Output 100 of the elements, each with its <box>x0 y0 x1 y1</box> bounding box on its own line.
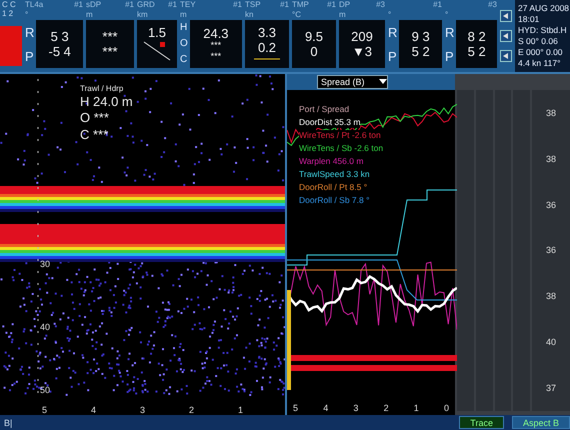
info-text: 4.4 kn 117° <box>518 58 562 69</box>
axis-label: 5 <box>293 403 298 415</box>
value-text: 0 <box>310 44 318 58</box>
side-button-icon[interactable] <box>500 10 512 22</box>
instrument-label: TL4a <box>25 0 44 10</box>
instrument-label: TMP <box>292 0 309 10</box>
depth-label: 30 <box>40 259 50 269</box>
instrument-label: TEY <box>180 0 196 10</box>
info-text: 18:01 <box>518 14 540 25</box>
corner-label: 1 2 <box>1 9 14 18</box>
readout-title: Trawl / Hdrp <box>80 84 124 94</box>
channel-label: #1 <box>125 0 134 10</box>
value-text: 5 3 <box>50 30 69 44</box>
unit-label: kn <box>245 10 254 20</box>
unit-label: ° <box>388 10 392 20</box>
axis-label: 5 <box>42 405 47 415</box>
axis-label: 4 <box>323 403 328 415</box>
value-text: 24.3 <box>203 26 229 40</box>
legend-text: DoorRoll / Sb 7.8 ° <box>299 195 370 206</box>
caret-icon <box>378 79 387 85</box>
info-text: HYD: Stbd.H <box>518 25 568 36</box>
status-text: B| <box>4 418 12 428</box>
side-button-icon[interactable] <box>500 30 512 42</box>
info-text: S 00° 0.06 <box>518 36 559 47</box>
instrument-label: TSP <box>245 0 261 10</box>
legend-text: WireTens / Sb -2.6 ton <box>299 143 384 154</box>
axis-label: 1 <box>414 403 419 415</box>
axis-label: 4 <box>90 405 96 415</box>
readout-text: C *** <box>80 126 110 143</box>
scale-label: 38 <box>546 108 556 118</box>
axis-label: 3 <box>140 405 145 415</box>
row-label: C <box>180 55 188 65</box>
axis-label: 3 <box>353 403 358 415</box>
unit-label: ° <box>25 10 30 20</box>
value-text: 9 3 <box>412 30 430 44</box>
row-label: P <box>388 50 398 62</box>
mode-button[interactable]: Aspect B <box>512 416 570 429</box>
axis-label: 2 <box>384 403 389 415</box>
alarm-block <box>0 26 22 66</box>
side-button-icon[interactable] <box>500 50 512 62</box>
unit-label: ° <box>445 10 450 20</box>
unit-label: m <box>339 10 347 20</box>
scale-label: 38 <box>546 291 556 302</box>
row-label: R <box>445 26 454 38</box>
value-text: 0.2 <box>258 41 276 55</box>
instrument-label: sDP <box>86 0 102 10</box>
legend-text: WireTens / Pt -2.6 ton <box>299 130 381 141</box>
unit-label: °C <box>292 10 302 20</box>
instrument-label: GRD <box>137 0 155 10</box>
channel-label: #1 <box>433 0 442 10</box>
value-text: 3.3 <box>258 26 276 40</box>
legend-text: Warplen 456.0 m <box>299 156 364 167</box>
trend-line-icon <box>142 40 172 62</box>
chart-selector[interactable]: Spread (B) <box>317 75 388 89</box>
info-text: 27 AUG 2008 <box>518 3 570 14</box>
scale-label: 36 <box>546 245 556 256</box>
channel-label: #1 <box>233 0 242 10</box>
unit-label: m <box>86 10 94 20</box>
value-text: -5 4 <box>48 44 71 58</box>
channel-label: #1 <box>327 0 336 10</box>
legend-text: DoorRoll / Pt 8.5 ° <box>299 182 368 193</box>
unit-label: m <box>180 10 188 20</box>
scale-label: 36 <box>546 200 556 210</box>
value-text: 8 2 <box>468 30 486 44</box>
value-text: 9.5 <box>304 30 324 44</box>
axis-label: 1 <box>238 405 243 415</box>
row-label: R <box>25 26 34 38</box>
mode-button[interactable]: Trace <box>459 416 504 429</box>
value-text: *** <box>102 44 118 58</box>
channel-label: #3 <box>488 0 497 10</box>
value-text: *** <box>102 30 118 44</box>
axis-label: 2 <box>188 405 194 415</box>
corner-label: C C <box>1 0 17 9</box>
channel-label: #3 <box>376 0 385 10</box>
scale-label: 38 <box>546 154 556 164</box>
channel-label: #1 <box>168 0 177 10</box>
value-text: ▼3 <box>352 44 372 58</box>
row-label: H <box>180 23 188 33</box>
row-label: R <box>388 26 398 38</box>
row-label: O <box>180 39 188 49</box>
scale-label: 40 <box>546 337 556 348</box>
value-text: *** <box>210 41 222 51</box>
value-text: 5 2 <box>412 44 430 58</box>
scale-label: 37 <box>546 382 556 393</box>
legend-text: TrawlSpeed 3.3 kn <box>299 169 370 180</box>
readout-text: H 24.0 m <box>80 94 133 110</box>
instrument-label: DP <box>339 0 350 10</box>
channel-label: #1 <box>280 0 289 10</box>
row-label: P <box>25 50 34 62</box>
legend-text: Port / Spread <box>299 104 350 115</box>
value-text: 209 <box>351 30 373 44</box>
legend-text: DoorDist 35.3 m <box>299 117 360 128</box>
value-text: 5 2 <box>468 44 486 58</box>
value-text: *** <box>210 52 222 62</box>
row-label: P <box>445 50 454 62</box>
depth-label: 50 <box>40 385 50 395</box>
depth-label: 40 <box>40 322 50 332</box>
channel-label: #1 <box>74 0 83 10</box>
info-text: E 000° 0.00 <box>518 47 564 58</box>
unit-label: km <box>137 10 149 20</box>
